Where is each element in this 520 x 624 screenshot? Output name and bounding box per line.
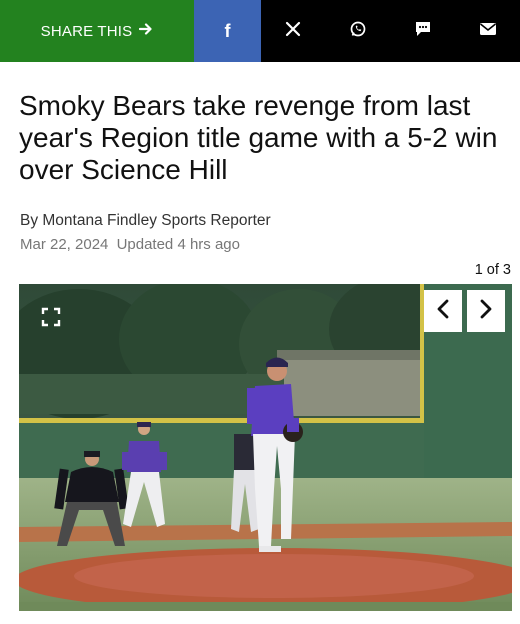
article-headline: Smoky Bears take revenge from last year'… — [19, 90, 498, 185]
whatsapp-icon — [349, 20, 367, 43]
chat-bubble-icon — [414, 20, 432, 43]
gallery-prev-button[interactable] — [424, 290, 462, 332]
baseball-pitcher-photo — [19, 284, 512, 611]
fullscreen-button[interactable] — [38, 306, 64, 332]
envelope-icon — [479, 22, 497, 41]
gallery-photo[interactable] — [19, 284, 512, 611]
article-dateline: Mar 22, 2024 Updated 4 hrs ago — [20, 236, 520, 253]
email-share-button[interactable] — [455, 0, 520, 62]
article-byline: By Montana Findley Sports Reporter — [20, 212, 271, 229]
fullscreen-icon — [41, 307, 61, 332]
share-bar: SHARE THIS f — [0, 0, 520, 62]
sms-share-button[interactable] — [390, 0, 456, 62]
share-this-label: SHARE THIS — [40, 22, 133, 40]
arrow-right-icon — [139, 22, 153, 41]
publish-date: Mar 22, 2024 — [20, 236, 109, 253]
chevron-left-icon — [436, 299, 450, 324]
gallery-counter: 1 of 3 — [474, 262, 511, 278]
updated-time: Updated 4 hrs ago — [116, 236, 240, 253]
share-this-button[interactable]: SHARE THIS — [0, 0, 194, 62]
gallery-next-button[interactable] — [467, 290, 505, 332]
x-icon — [285, 21, 301, 42]
whatsapp-share-button[interactable] — [325, 0, 391, 62]
x-share-button[interactable] — [261, 0, 326, 62]
chevron-right-icon — [479, 299, 493, 324]
facebook-icon: f — [224, 20, 231, 41]
facebook-share-button[interactable]: f — [194, 0, 261, 62]
